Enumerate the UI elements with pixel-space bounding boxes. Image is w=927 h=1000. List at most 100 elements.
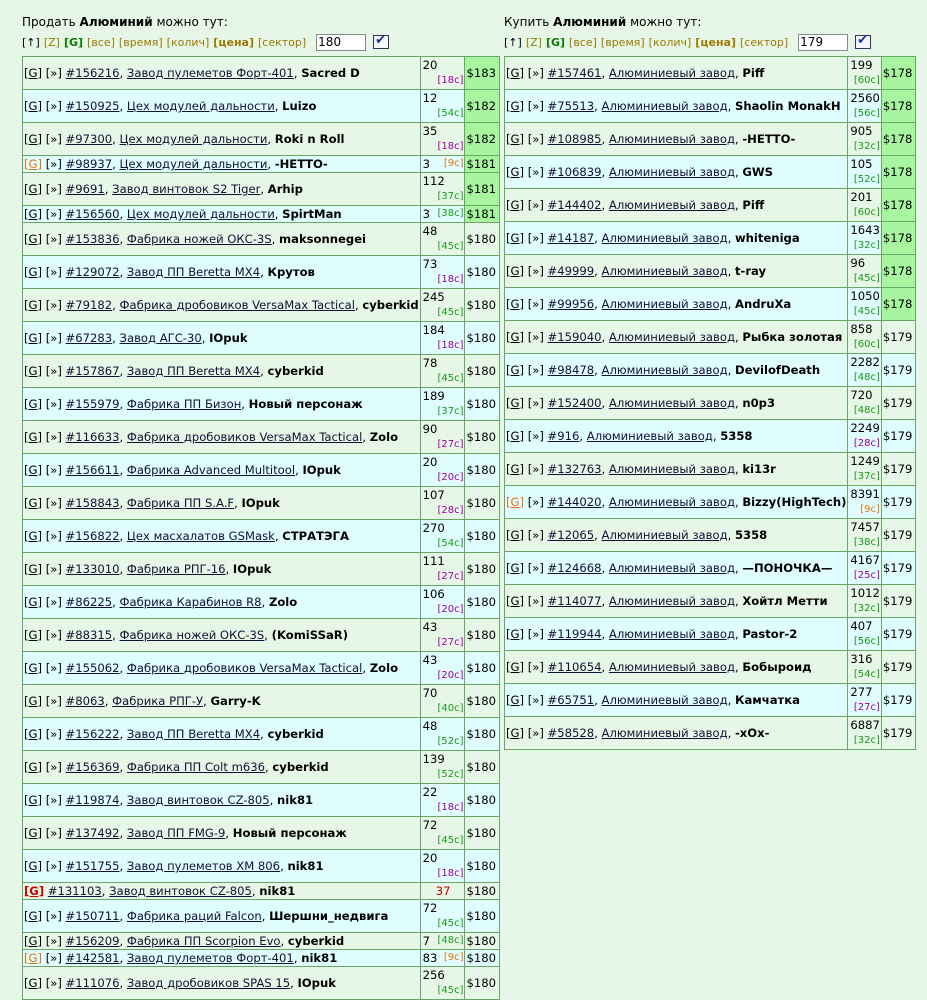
goto-link[interactable]: [»] [528,429,544,443]
goto-link[interactable]: [»] [528,66,544,80]
factory-name-link[interactable]: Алюминиевый завод [609,165,735,179]
g-link[interactable]: [G] [506,363,524,377]
goto-link[interactable]: [»] [528,627,544,641]
g-link[interactable]: [G] [24,793,42,807]
g-link[interactable]: [G] [506,132,524,146]
g-link[interactable]: [G] [24,132,42,146]
factory-name-link[interactable]: Цех масхалатов GSMask [127,529,275,543]
g-link[interactable]: [G] [506,396,524,410]
factory-name-link[interactable]: Фабрика ПП Бизон [127,397,241,411]
g-link[interactable]: [G] [506,627,524,641]
goto-link[interactable]: [»] [46,694,62,708]
goto-link[interactable]: [»] [46,298,62,312]
factory-name-link[interactable]: Алюминиевый завод [609,627,735,641]
factory-id-link[interactable]: #65751 [548,693,595,707]
g-link[interactable]: [G] [506,462,524,476]
factory-id-link[interactable]: #75513 [548,99,595,113]
goto-link[interactable]: [»] [46,132,62,146]
goto-link[interactable]: [»] [528,363,544,377]
factory-name-link[interactable]: Завод пулеметов ХМ 806 [127,859,280,873]
goto-link[interactable]: [»] [528,396,544,410]
sort-qty-link[interactable]: [колич] [649,36,692,49]
factory-id-link[interactable]: #88315 [66,628,113,642]
factory-id-link[interactable]: #159040 [548,330,602,344]
factory-name-link[interactable]: Завод винтовок CZ-805 [109,884,252,898]
goto-link[interactable]: [»] [46,157,62,171]
g-link[interactable]: [G] [506,495,524,509]
factory-name-link[interactable]: Фабрика ПП Scorpion Evo [127,934,281,948]
factory-name-link[interactable]: Завод ПП Beretta MX4 [127,727,260,741]
factory-name-link[interactable]: Фабрика ПП Colt m636 [127,760,265,774]
factory-id-link[interactable]: #124668 [548,561,602,575]
factory-name-link[interactable]: Фабрика ножей ОКС-3S [120,628,265,642]
factory-name-link[interactable]: Фабрика ножей ОКС-3S [127,232,272,246]
factory-id-link[interactable]: #129072 [66,265,120,279]
goto-link[interactable]: [»] [46,232,62,246]
factory-name-link[interactable]: Алюминиевый завод [609,495,735,509]
factory-id-link[interactable]: #108985 [548,132,602,146]
factory-name-link[interactable]: Цех модулей дальности [127,207,275,221]
factory-name-link[interactable]: Завод дробовиков SPAS 15 [127,976,290,990]
goto-link[interactable]: [»] [528,561,544,575]
g-link[interactable]: [G] [24,951,42,965]
sell-checkbox-icon[interactable] [373,33,390,49]
g-link[interactable]: [G] [24,298,42,312]
factory-id-link[interactable]: #9691 [66,182,105,196]
factory-id-link[interactable]: #14187 [548,231,595,245]
factory-id-link[interactable]: #152400 [548,396,602,410]
g-link[interactable]: [G] [24,157,42,171]
goto-link[interactable]: [»] [528,495,544,509]
factory-name-link[interactable]: Завод винтовок CZ-805 [127,793,270,807]
factory-name-link[interactable]: Завод ПП Beretta MX4 [127,265,260,279]
goto-link[interactable]: [»] [528,297,544,311]
factory-id-link[interactable]: #156369 [66,760,120,774]
factory-name-link[interactable]: Завод ПП Beretta MX4 [127,364,260,378]
factory-id-link[interactable]: #98937 [66,157,113,171]
goto-link[interactable]: [»] [46,793,62,807]
g-link[interactable]: [G] [24,232,42,246]
g-link[interactable]: [G] [24,397,42,411]
factory-name-link[interactable]: Алюминиевый завод [609,396,735,410]
factory-name-link[interactable]: Цех модулей дальности [127,99,275,113]
goto-link[interactable]: [»] [46,496,62,510]
factory-id-link[interactable]: #8063 [66,694,105,708]
buy-checkbox-icon[interactable] [855,33,872,49]
factory-name-link[interactable]: Алюминиевый завод [609,660,735,674]
factory-id-link[interactable]: #97300 [66,132,113,146]
g-link[interactable]: [G] [506,561,524,575]
factory-id-link[interactable]: #79182 [66,298,113,312]
factory-name-link[interactable]: Фабрика Advanced Multitool [127,463,295,477]
sort-z-link[interactable]: [Z] [526,36,542,49]
g-link[interactable]: [G] [506,660,524,674]
factory-name-link[interactable]: Алюминиевый завод [609,198,735,212]
g-link[interactable]: [G] [24,496,42,510]
factory-id-link[interactable]: #158843 [66,496,120,510]
goto-link[interactable]: [»] [46,182,62,196]
factory-id-link[interactable]: #150925 [66,99,120,113]
sort-z-link[interactable]: [Z] [44,36,60,49]
factory-id-link[interactable]: #144020 [548,495,602,509]
goto-link[interactable]: [»] [46,976,62,990]
factory-id-link[interactable]: #119874 [66,793,120,807]
factory-name-link[interactable]: Алюминиевый завод [609,594,735,608]
g-link[interactable]: [G] [24,909,42,923]
g-link[interactable]: [G] [506,165,524,179]
factory-name-link[interactable]: Фабрика дробовиков VersaMax Tactical [127,661,362,675]
factory-name-link[interactable]: Алюминиевый завод [602,297,728,311]
goto-link[interactable]: [»] [46,331,62,345]
factory-name-link[interactable]: Алюминиевый завод [602,231,728,245]
g-link[interactable]: [G] [506,330,524,344]
factory-id-link[interactable]: #156822 [66,529,120,543]
goto-link[interactable]: [»] [528,594,544,608]
goto-link[interactable]: [»] [46,529,62,543]
sort-price-link[interactable]: [цена] [695,36,736,49]
goto-link[interactable]: [»] [46,364,62,378]
buy-price-input[interactable] [798,33,849,51]
factory-name-link[interactable]: Алюминиевый завод [609,66,735,80]
factory-id-link[interactable]: #142581 [66,951,120,965]
g-link[interactable]: [G] [24,595,42,609]
g-link[interactable]: [G] [506,99,524,113]
factory-id-link[interactable]: #156560 [66,207,120,221]
factory-name-link[interactable]: Алюминиевый завод [609,330,735,344]
goto-link[interactable]: [»] [46,463,62,477]
